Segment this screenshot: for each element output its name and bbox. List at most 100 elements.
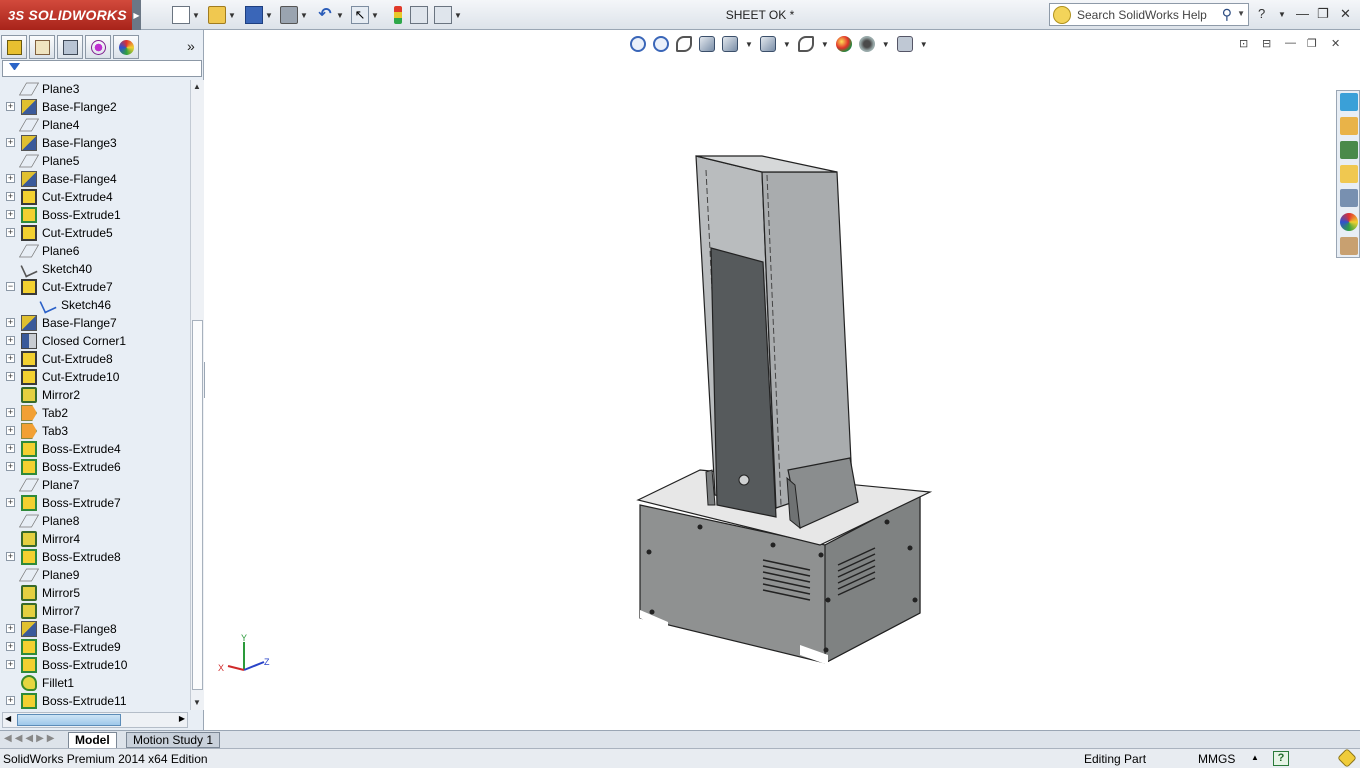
tree-item[interactable]: Plane3 [0,80,190,98]
tab-dimxpert-manager[interactable] [85,35,111,59]
expand-node-icon[interactable]: + [6,174,15,183]
help-icon[interactable]: ? [1258,6,1265,21]
tree-item[interactable]: + Base-Flange2 [0,98,190,116]
tree-item[interactable]: + Boss-Extrude8 [0,548,190,566]
design-library-icon[interactable] [1340,141,1358,159]
appearances-icon[interactable] [1340,213,1358,231]
expand-node-icon[interactable]: + [6,354,15,363]
solidworks-resources-icon[interactable] [1340,93,1358,111]
tree-item[interactable]: Plane6 [0,242,190,260]
expand-node-icon[interactable]: + [6,318,15,327]
tree-filter-input[interactable] [2,60,202,77]
scrollbar-thumb[interactable] [192,320,203,690]
tab-feature-manager[interactable] [1,35,27,59]
tree-vertical-scrollbar[interactable]: ▲ ▼ [190,80,204,710]
tree-item[interactable]: Fillet1 [0,674,190,692]
expand-node-icon[interactable]: + [6,228,15,237]
expand-node-icon[interactable]: + [6,642,15,651]
expand-node-icon[interactable]: + [6,624,15,633]
tab-motion-study-1[interactable]: Motion Study 1 [126,732,221,748]
select-button[interactable]: ↖ ▼ [351,5,379,25]
dropdown-arrow-icon[interactable]: ▼ [300,11,308,20]
tree-item[interactable]: + Cut-Extrude8 [0,350,190,368]
tree-horizontal-scrollbar[interactable]: ◀ ▶ [2,712,188,728]
dropdown-arrow-icon[interactable]: ▼ [371,11,379,20]
expand-node-icon[interactable]: + [6,696,15,705]
expand-node-icon[interactable]: + [6,102,15,111]
expand-node-icon[interactable]: + [6,372,15,381]
tree-item[interactable]: Mirror5 [0,584,190,602]
tab-model[interactable]: Model [68,732,117,748]
collapse-node-icon[interactable]: − [6,282,15,291]
expand-node-icon[interactable]: + [6,426,15,435]
expand-node-icon[interactable]: + [6,552,15,561]
new-document-button[interactable]: ▼ [172,5,200,25]
quick-tips-icon[interactable]: ? [1273,751,1289,766]
dropdown-arrow-icon[interactable]: ▼ [228,11,236,20]
tree-item[interactable]: Plane9 [0,566,190,584]
undo-button[interactable]: ↶ ▼ [316,5,344,25]
expand-node-icon[interactable]: + [6,210,15,219]
view-palette-icon[interactable] [1340,189,1358,207]
tree-item[interactable]: + Tab2 [0,404,190,422]
file-properties-button[interactable] [410,5,428,25]
menu-expand-arrow-icon[interactable]: ▶ [132,0,141,30]
help-dropdown-icon[interactable]: ▼ [1278,10,1286,19]
expand-node-icon[interactable]: + [6,336,15,345]
dropdown-arrow-icon[interactable]: ▼ [1237,9,1245,18]
close-icon[interactable]: ✕ [1340,6,1351,22]
tab-display-manager[interactable] [113,35,139,59]
solidworks-logo[interactable]: 3S SOLIDWORKS [0,0,132,30]
tree-item[interactable]: Plane5 [0,152,190,170]
tree-item[interactable]: + Tab3 [0,422,190,440]
tree-item[interactable]: + Boss-Extrude11 [0,692,190,710]
tab-configuration-manager[interactable] [57,35,83,59]
units-up-arrow-icon[interactable]: ▲ [1251,753,1259,762]
expand-node-icon[interactable]: + [6,462,15,471]
dropdown-arrow-icon[interactable]: ▼ [265,11,273,20]
tree-item[interactable]: + Boss-Extrude6 [0,458,190,476]
scroll-right-icon[interactable]: ▶ [179,714,185,723]
print-button[interactable]: ▼ [280,5,308,25]
unit-system[interactable]: MMGS [1198,752,1235,766]
tree-item[interactable]: + Cut-Extrude10 [0,368,190,386]
expand-node-icon[interactable]: + [6,408,15,417]
scroll-down-icon[interactable]: ▼ [193,698,201,707]
expand-node-icon[interactable]: + [6,192,15,201]
tree-item[interactable]: Sketch46 [0,296,190,314]
dropdown-arrow-icon[interactable]: ▼ [454,11,462,20]
tree-item[interactable]: + Cut-Extrude5 [0,224,190,242]
tree-item[interactable]: + Boss-Extrude10 [0,656,190,674]
tree-item[interactable]: Plane7 [0,476,190,494]
scroll-left-icon[interactable]: ◀ [5,714,11,723]
tree-item[interactable]: Plane4 [0,116,190,134]
custom-properties-icon[interactable] [1340,237,1358,255]
minimize-icon[interactable]: — [1296,6,1309,21]
tree-item[interactable]: + Boss-Extrude7 [0,494,190,512]
scrollbar-thumb[interactable] [17,714,121,726]
search-icon[interactable]: ⚲ [1222,6,1232,23]
open-button[interactable]: ▼ [208,5,236,25]
tree-item[interactable]: Mirror7 [0,602,190,620]
help-search-box[interactable]: Search SolidWorks Help ⚲ ▼ [1049,3,1249,26]
rebuild-pin-icon[interactable] [1337,748,1357,768]
scroll-up-icon[interactable]: ▲ [193,82,201,91]
options-button[interactable]: ▼ [434,5,462,25]
tree-item[interactable]: + Cut-Extrude4 [0,188,190,206]
tab-navigation-arrows-icon[interactable]: ◀◀◀▶▶ [4,733,57,744]
tree-item[interactable]: + Closed Corner1 [0,332,190,350]
save-button[interactable]: ▼ [245,5,273,25]
tree-item[interactable]: Mirror4 [0,530,190,548]
graphics-area[interactable]: ▼ ▼ ▼ ▼ ▼ ⊡ ⊟ — ❐ ✕ Y Z X [205,30,1360,730]
expand-node-icon[interactable]: + [6,660,15,669]
tree-item[interactable]: + Boss-Extrude1 [0,206,190,224]
tab-property-manager[interactable] [29,35,55,59]
expand-node-icon[interactable]: + [6,444,15,453]
tree-item[interactable]: Sketch40 [0,260,190,278]
tree-item[interactable]: Plane8 [0,512,190,530]
file-explorer-icon[interactable] [1340,165,1358,183]
rebuild-button[interactable] [394,5,402,25]
expand-node-icon[interactable]: + [6,138,15,147]
more-tabs-chevron-icon[interactable]: » [187,38,195,54]
tree-item[interactable]: + Base-Flange3 [0,134,190,152]
